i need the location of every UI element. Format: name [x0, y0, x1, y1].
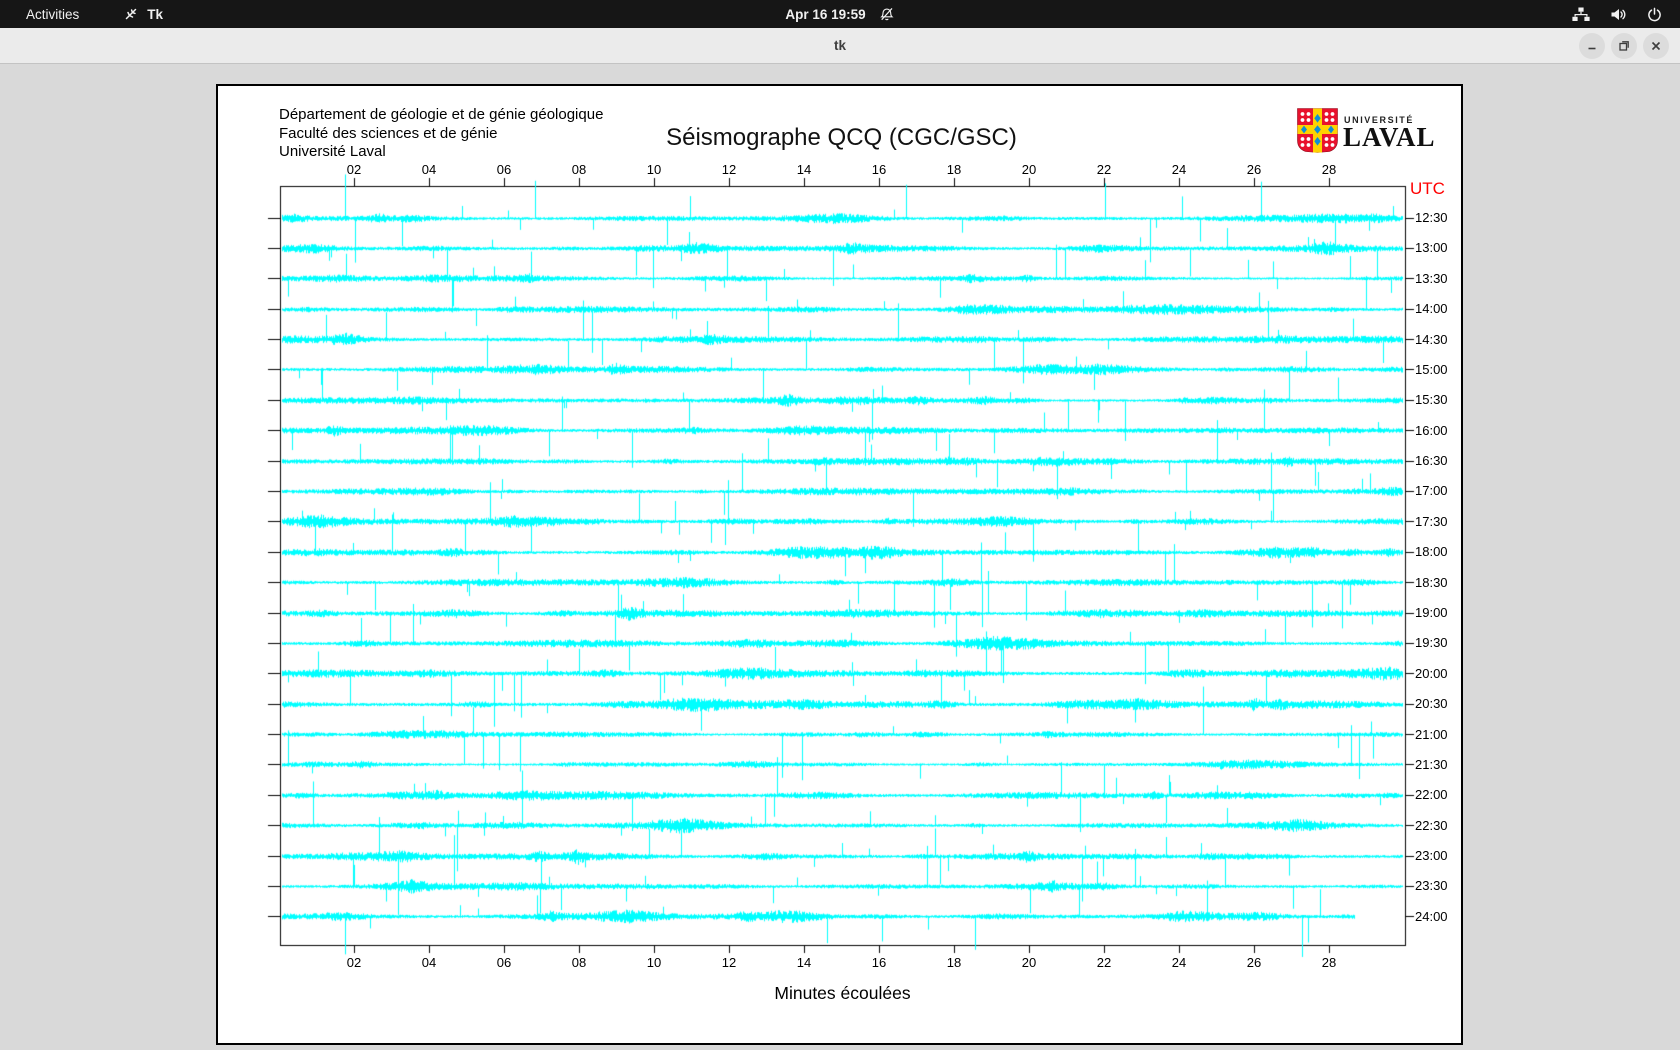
minute-tick-label-bottom: 04: [421, 955, 437, 970]
window-titlebar[interactable]: tk: [0, 28, 1680, 64]
notifications-muted-icon: [880, 7, 894, 20]
minute-tick-label-top: 20: [1021, 162, 1037, 177]
xaxis-title: Minutes écoulées: [774, 983, 911, 1003]
time-label: 18:30: [1415, 574, 1448, 590]
minute-tick-label-top: 16: [871, 162, 887, 177]
minute-tick-label-bottom: 06: [496, 955, 512, 970]
gnome-top-bar: Activities Tk Apr 16 19:59: [0, 0, 1680, 28]
power-icon: [1648, 7, 1661, 21]
utc-label: UTC: [1410, 179, 1445, 198]
minute-tick-label-top: 08: [571, 162, 587, 177]
clock-label: Apr 16 19:59: [785, 6, 866, 22]
minute-tick-label-top: 02: [346, 162, 362, 177]
time-label: 19:30: [1415, 635, 1448, 651]
minute-tick-label-bottom: 14: [796, 955, 812, 970]
volume-icon: [1611, 8, 1626, 20]
minimize-icon: [1588, 47, 1596, 50]
maximize-button[interactable]: [1611, 33, 1637, 59]
activities-button[interactable]: Activities: [20, 5, 85, 24]
time-label: 15:30: [1415, 392, 1448, 408]
seismogram-canvas: [218, 86, 1461, 1043]
minute-tick-label-bottom: 24: [1171, 955, 1187, 970]
time-label: 12:30: [1415, 210, 1448, 225]
minute-tick-label-top: 04: [421, 162, 437, 177]
minute-tick-label-top: 10: [646, 162, 662, 177]
minute-tick-label-bottom: 16: [871, 955, 887, 970]
time-label: 21:00: [1415, 726, 1448, 742]
tk-app-icon: [126, 8, 137, 20]
minute-tick-label-top: 24: [1171, 162, 1187, 177]
minute-tick-label-top: 18: [946, 162, 962, 177]
time-label: 18:00: [1415, 544, 1448, 560]
minute-tick-label-bottom: 10: [646, 955, 662, 970]
minute-tick-label-bottom: 18: [946, 955, 962, 970]
time-label: 20:00: [1415, 665, 1448, 681]
time-label: 16:30: [1415, 453, 1448, 469]
time-label: 16:00: [1415, 422, 1448, 438]
window-content: Département de géologie et de génie géol…: [0, 65, 1680, 1050]
minute-tick-label-top: 14: [796, 162, 812, 177]
minute-tick-label-bottom: 02: [346, 955, 362, 970]
time-label: 17:30: [1415, 513, 1448, 529]
tk-app-label: Tk: [147, 6, 164, 22]
minute-tick-label-top: 26: [1246, 162, 1262, 177]
close-icon: [1651, 41, 1661, 51]
time-label: 19:00: [1415, 605, 1448, 621]
seismograph-figure: Département de géologie et de génie géol…: [216, 84, 1463, 1045]
system-tray[interactable]: [1572, 7, 1662, 22]
minute-tick-label-bottom: 20: [1021, 955, 1037, 970]
time-label: 24:00: [1415, 908, 1448, 924]
time-label: 13:00: [1415, 240, 1448, 256]
time-label: 17:00: [1415, 483, 1448, 499]
close-button[interactable]: [1643, 33, 1669, 59]
maximize-icon: [1619, 41, 1629, 51]
network-wired-icon: [1572, 7, 1590, 21]
time-label: 21:30: [1415, 756, 1448, 772]
minute-tick-label-bottom: 26: [1246, 955, 1262, 970]
time-label: 13:30: [1415, 270, 1448, 286]
time-label: 22:30: [1415, 817, 1448, 833]
minute-tick-label-top: 22: [1096, 162, 1112, 177]
window-title: tk: [833, 38, 846, 53]
minute-tick-label-bottom: 28: [1321, 955, 1337, 970]
time-label: 14:00: [1415, 301, 1448, 317]
tk-app-indicator[interactable]: Tk: [123, 6, 163, 22]
time-label: 20:30: [1415, 696, 1448, 712]
time-label: 22:00: [1415, 787, 1448, 803]
minute-tick-label-bottom: 22: [1096, 955, 1112, 970]
clock-button[interactable]: Apr 16 19:59: [785, 7, 894, 22]
time-label: 23:30: [1415, 878, 1448, 894]
time-label: 15:00: [1415, 361, 1448, 377]
minute-tick-label-top: 12: [721, 162, 737, 177]
minute-tick-label-bottom: 08: [571, 955, 587, 970]
minute-tick-label-top: 06: [496, 162, 512, 177]
time-label: 23:00: [1415, 848, 1448, 864]
minimize-button[interactable]: [1579, 33, 1605, 59]
time-label: 14:30: [1415, 331, 1448, 347]
minute-tick-label-top: 28: [1321, 162, 1337, 177]
minute-tick-label-bottom: 12: [721, 955, 737, 970]
